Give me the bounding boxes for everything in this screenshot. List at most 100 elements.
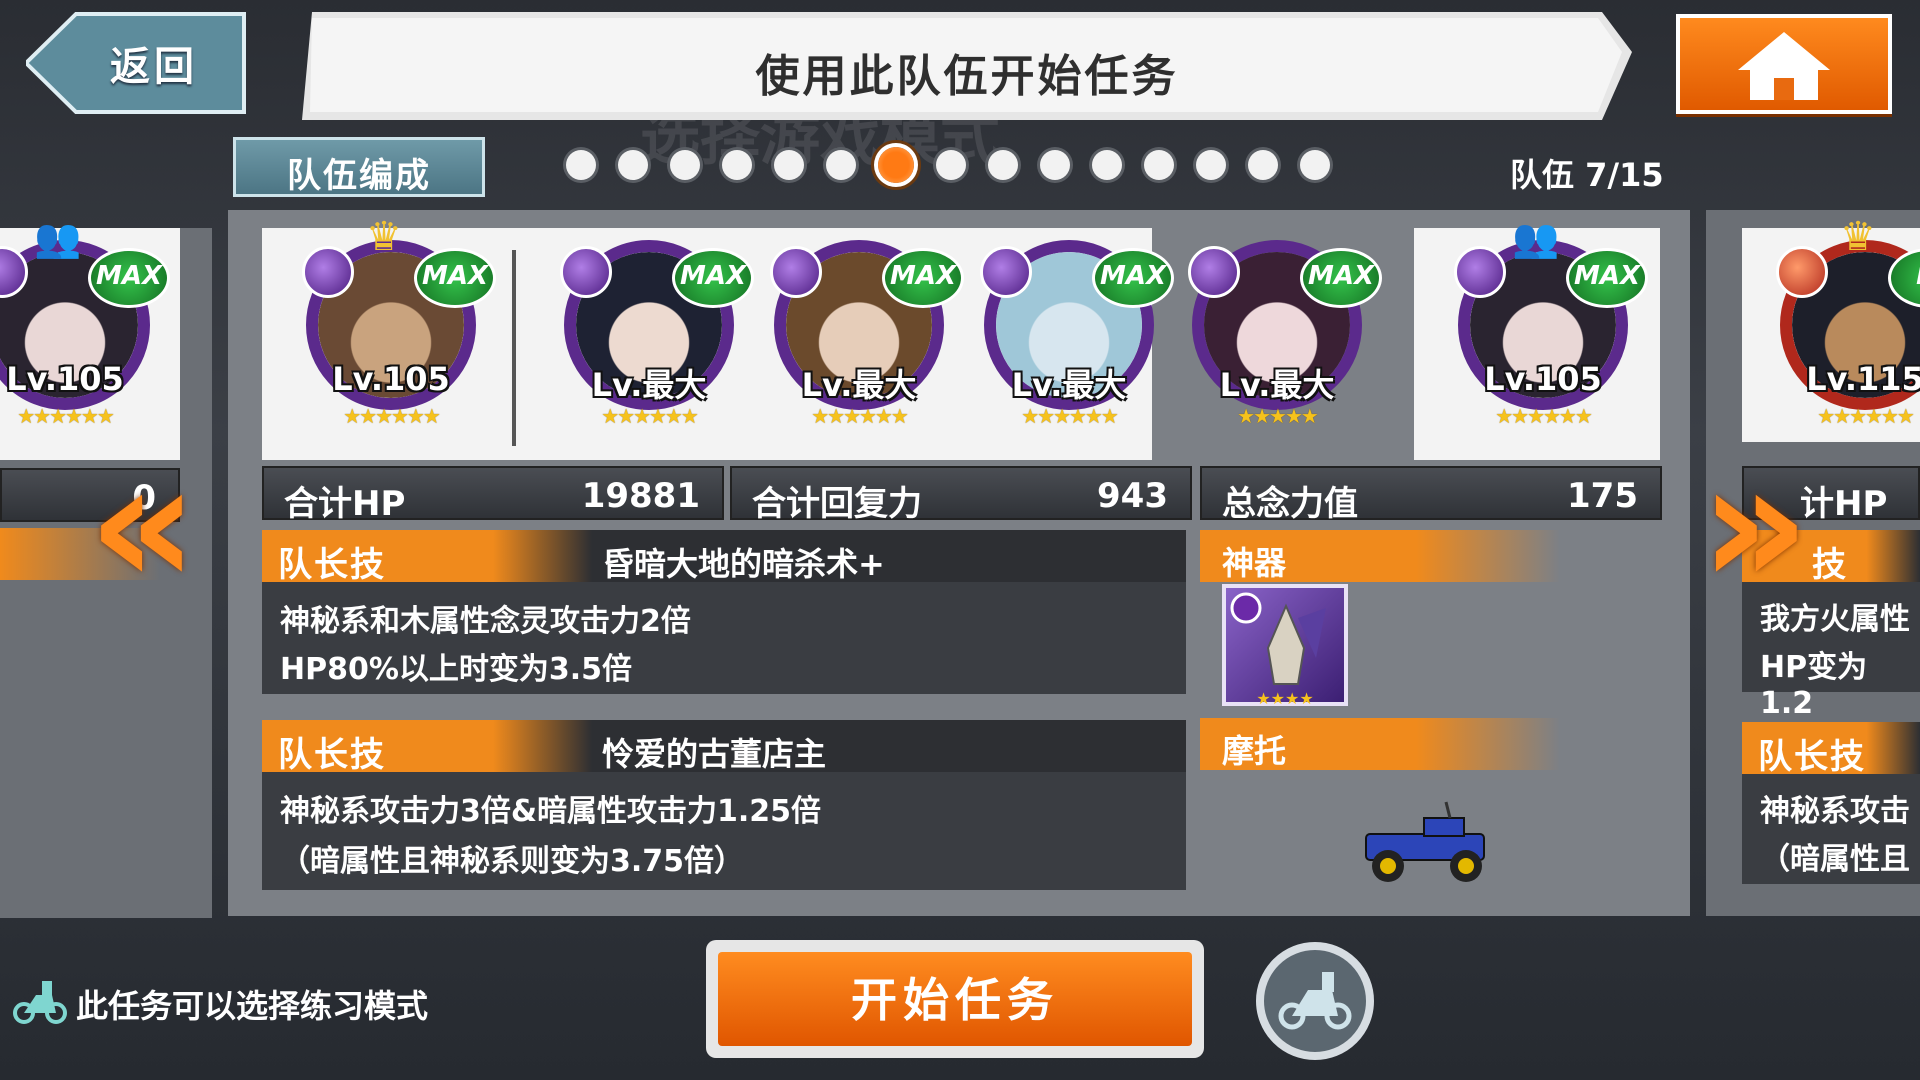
title-banner: 使用此队伍开始任务 bbox=[302, 12, 1632, 120]
team-tab-label: 队伍编成 bbox=[287, 156, 431, 196]
pager-dot[interactable] bbox=[1300, 150, 1330, 180]
pager-dot[interactable] bbox=[1144, 150, 1174, 180]
friend-icon: 👥 bbox=[1512, 216, 1560, 260]
artifact-statue-icon bbox=[1230, 592, 1326, 685]
house-icon bbox=[1738, 32, 1830, 100]
sub-leader-skill-name: 怜爱的古董店主 bbox=[602, 735, 827, 773]
character-slot[interactable]: MAX Lv.最大 ★★★★★★ bbox=[764, 220, 964, 428]
max-badge: MAX bbox=[1566, 248, 1648, 308]
pager-dot[interactable] bbox=[566, 150, 596, 180]
next-team-skill-2: 队长技 bbox=[1742, 722, 1920, 777]
sub-leader-skill-body: 神秘系攻击力3倍&暗属性攻击力1.25倍 （暗属性且神秘系则变为3.75倍） bbox=[262, 772, 1186, 890]
total-power: 总念力值 175 bbox=[1200, 466, 1662, 524]
pager-dot-active[interactable] bbox=[878, 147, 914, 183]
max-badge: MAX bbox=[88, 248, 170, 308]
pager-dot[interactable] bbox=[1248, 150, 1278, 180]
total-recovery-label: 合计回复力 bbox=[752, 484, 922, 524]
vintage-car-icon bbox=[1365, 801, 1485, 882]
leader-skill-body: 神秘系和木属性念灵攻击力2倍 HP80%以上时变为3.5倍 bbox=[262, 582, 1186, 694]
rarity-stars: ★★★★★★ bbox=[811, 404, 909, 428]
pager-dot[interactable] bbox=[774, 150, 804, 180]
leader-skill-name: 昏暗大地的暗杀术+ bbox=[602, 545, 885, 583]
total-power-label: 总念力值 bbox=[1222, 484, 1358, 524]
crown-icon: ♛ bbox=[1840, 214, 1876, 260]
leader-skill-tag: 队长技 bbox=[278, 545, 386, 585]
pager-dot[interactable] bbox=[618, 150, 648, 180]
sub-leader-skill-tag: 队长技 bbox=[278, 735, 386, 775]
character-level: Lv.最大 bbox=[801, 366, 917, 404]
artifact-header: 神器 bbox=[1200, 530, 1560, 582]
home-button[interactable] bbox=[1676, 14, 1892, 114]
dark-attribute-icon bbox=[1454, 246, 1506, 298]
practice-mode-text: 此任务可以选择练习模式 bbox=[76, 987, 429, 1025]
character-level: Lv.最大 bbox=[1219, 366, 1335, 404]
rarity-stars: ★★★★★ bbox=[1237, 404, 1319, 428]
character-level: Lv.115 bbox=[1806, 360, 1920, 398]
scooter-icon bbox=[1278, 972, 1352, 1030]
next-team-skill-body-2: 神秘系攻击 （暗属性且 bbox=[1742, 774, 1920, 884]
tab-team-formation[interactable]: 队伍编成 bbox=[233, 137, 485, 197]
next-team-skill-line: HP变为1.2 bbox=[1760, 650, 1868, 721]
sub-leader-skill-header[interactable]: 队长技 怜爱的古董店主 bbox=[262, 720, 1186, 775]
character-level: Lv.105 bbox=[1484, 360, 1602, 398]
artifact-slot[interactable]: ★★★★ bbox=[1222, 584, 1348, 708]
vehicle-label: 摩托 bbox=[1222, 732, 1287, 770]
start-mission-button[interactable]: 开始任务 bbox=[706, 940, 1204, 1058]
artifact-stars: ★★★★ bbox=[1256, 689, 1314, 708]
rarity-stars: ★★★★★★ bbox=[343, 404, 441, 428]
character-level: Lv.最大 bbox=[1011, 366, 1127, 404]
skill-line: HP80%以上时变为3.5倍 bbox=[280, 652, 633, 687]
total-hp-label: 合计HP bbox=[284, 484, 406, 524]
leader-skill-header[interactable]: 队长技 昏暗大地的暗杀术+ bbox=[262, 530, 1186, 585]
next-team-arrow[interactable]: » bbox=[1700, 440, 1810, 610]
pager-dot[interactable] bbox=[722, 150, 752, 180]
practice-mode-note: 此任务可以选择练习模式 bbox=[12, 975, 428, 1029]
total-recovery: 合计回复力 943 bbox=[730, 466, 1192, 524]
crown-icon: ♛ bbox=[366, 214, 402, 260]
pager-dot[interactable] bbox=[1092, 150, 1122, 180]
total-hp: 合计HP 19881 bbox=[262, 466, 724, 524]
next-team-skill-line: 神秘系攻击 bbox=[1760, 794, 1910, 829]
skill-line: 神秘系和木属性念灵攻击力2倍 bbox=[280, 604, 691, 639]
character-slot[interactable]: MAX Lv.最大 ★★★★★★ bbox=[554, 220, 754, 428]
prev-team-arrow[interactable]: « bbox=[88, 440, 198, 610]
start-mission-label: 开始任务 bbox=[851, 973, 1059, 1027]
rarity-stars: ★★★★★★ bbox=[1495, 404, 1593, 428]
max-badge: MAX bbox=[882, 248, 964, 308]
pager-dot[interactable] bbox=[826, 150, 856, 180]
character-slot[interactable]: MAX Lv.最大 ★★★★★★ bbox=[974, 220, 1174, 428]
max-badge: MAX bbox=[414, 248, 496, 308]
practice-toggle-button[interactable] bbox=[1256, 942, 1374, 1060]
page-title: 使用此队伍开始任务 bbox=[755, 51, 1179, 102]
character-slot[interactable]: ♛MLv.115★★★★★★ bbox=[1770, 214, 1920, 428]
pager-dot[interactable] bbox=[1196, 150, 1226, 180]
vehicle-header: 摩托 bbox=[1200, 718, 1560, 770]
fire-attribute-icon bbox=[1776, 246, 1828, 298]
pager-dot[interactable] bbox=[936, 150, 966, 180]
pager-dot[interactable] bbox=[988, 150, 1018, 180]
character-slot[interactable]: ♛ MAX Lv.105 ★★★★★★ bbox=[296, 214, 496, 428]
scooter-icon bbox=[13, 981, 67, 1024]
rarity-stars: ★★★★★★ bbox=[17, 404, 115, 428]
total-power-value: 175 bbox=[1567, 476, 1638, 516]
team-pager bbox=[566, 147, 1330, 190]
back-label: 返回 bbox=[110, 44, 198, 90]
character-slot[interactable]: 👥 MAX Lv.105 ★★★★★★ bbox=[1448, 216, 1648, 428]
rarity-stars: ★★★★★★ bbox=[1021, 404, 1119, 428]
dark-attribute-icon bbox=[560, 246, 612, 298]
vehicle-slot[interactable] bbox=[1354, 800, 1504, 890]
character-slot[interactable]: 👥 MAX Lv.105 ★★★★★★ bbox=[0, 216, 170, 428]
total-recovery-value: 943 bbox=[1097, 476, 1168, 516]
next-team-skill-tag: 技 bbox=[1812, 545, 1848, 585]
character-level: Lv.105 bbox=[6, 360, 124, 398]
character-slot[interactable]: MAX Lv.最大 ★★★★★ bbox=[1182, 220, 1382, 428]
pager-dot[interactable] bbox=[670, 150, 700, 180]
dark-attribute-icon bbox=[770, 246, 822, 298]
pager-dot[interactable] bbox=[1040, 150, 1070, 180]
back-button[interactable]: 返回 bbox=[26, 12, 246, 114]
next-team-skill-line: （暗属性且 bbox=[1760, 842, 1910, 877]
dark-attribute-icon bbox=[302, 246, 354, 298]
artifact-label: 神器 bbox=[1222, 544, 1287, 582]
skill-line: 神秘系攻击力3倍&暗属性攻击力1.25倍 bbox=[280, 794, 822, 829]
skill-line: （暗属性且神秘系则变为3.75倍） bbox=[280, 844, 745, 879]
